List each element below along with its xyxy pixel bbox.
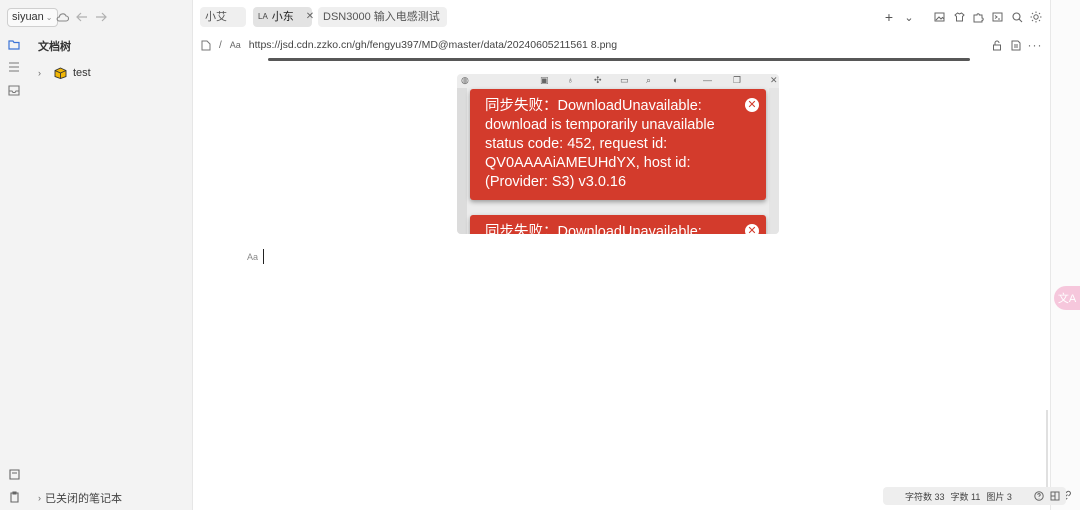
layout-icon[interactable] bbox=[1050, 491, 1060, 501]
terminal-icon[interactable] bbox=[989, 9, 1005, 25]
screenshot-right-strip bbox=[769, 88, 779, 234]
bulb-icon: ♁ bbox=[567, 75, 574, 85]
doc-info-icon[interactable] bbox=[1008, 37, 1024, 53]
tab-xiaodong[interactable]: LA 小东 ✕ bbox=[253, 7, 314, 27]
puzzle-icon[interactable] bbox=[970, 9, 986, 25]
image-icon: ▣ bbox=[540, 75, 549, 85]
close-icon[interactable]: ✕ bbox=[306, 7, 314, 27]
workspace-select[interactable]: siyuan ⌄ bbox=[7, 8, 58, 27]
terminal-icon: ▭ bbox=[620, 75, 629, 85]
translate-icon: 文A bbox=[1057, 293, 1077, 305]
status-bar: 字符数 33 字数 11 图片 3 bbox=[883, 487, 1066, 505]
clipboard-icon[interactable] bbox=[6, 489, 22, 505]
scrollbar[interactable] bbox=[1046, 410, 1048, 490]
tree-item-label: test bbox=[73, 67, 91, 79]
search-icon: ⌕ bbox=[646, 75, 652, 85]
chevron-right-icon: › bbox=[38, 493, 41, 503]
close-icon: ✕ bbox=[745, 98, 759, 112]
inbox-icon[interactable] bbox=[6, 82, 22, 98]
closed-notebooks-label: 已关闭的笔记本 bbox=[45, 493, 122, 505]
screenshot-left-strip bbox=[457, 88, 467, 234]
folder-icon[interactable] bbox=[6, 36, 22, 52]
workspace-name: siyuan bbox=[12, 11, 44, 23]
block-type-aa[interactable]: Aa bbox=[230, 40, 241, 50]
outline-icon[interactable] bbox=[6, 59, 22, 75]
globe-icon: ◍ bbox=[461, 75, 469, 85]
image-top-edge bbox=[268, 58, 970, 61]
image-count: 图片 3 bbox=[986, 491, 1012, 502]
word-count: 字数 11 bbox=[950, 491, 981, 502]
block-type-marker[interactable]: Aa bbox=[247, 252, 258, 262]
tab-label: 小艾 bbox=[205, 11, 227, 23]
more-icon[interactable]: ··· bbox=[1027, 37, 1043, 53]
close-icon: ✕ bbox=[770, 75, 778, 85]
chevron-down-icon[interactable]: ⌄ bbox=[901, 9, 917, 25]
help-icon[interactable] bbox=[1034, 491, 1044, 501]
chevron-down-icon: ⌄ bbox=[45, 13, 53, 22]
screenshot-toolbar: ◍ ▣ ♁ ✣ ▭ ⌕ ◐ — ❐ ✕ bbox=[457, 74, 779, 88]
shirt-icon[interactable] bbox=[951, 9, 967, 25]
maximize-icon: ❐ bbox=[733, 75, 742, 85]
breadcrumb: / Aa https://jsd.cdn.zzko.cn/gh/fengyu39… bbox=[201, 37, 617, 53]
sun-icon[interactable] bbox=[1028, 9, 1044, 25]
tab-label: 小东 bbox=[271, 11, 294, 23]
text-caret bbox=[263, 249, 264, 264]
char-count: 字符数 33 bbox=[905, 491, 945, 502]
image-icon[interactable] bbox=[931, 9, 947, 25]
cloud-sync-icon[interactable] bbox=[54, 9, 70, 25]
chevron-right-icon[interactable]: › bbox=[38, 68, 48, 78]
document-icon[interactable] bbox=[201, 40, 211, 51]
lock-icon[interactable] bbox=[989, 37, 1005, 53]
puzzle-icon: ✣ bbox=[594, 75, 602, 85]
search-icon[interactable] bbox=[1009, 9, 1025, 25]
breadcrumb-separator: / bbox=[219, 39, 222, 51]
toast-message: 同步失败：DownloadUnavailable: download is te… bbox=[485, 98, 715, 190]
tab-dsn3000[interactable]: DSN3000 输入电感测试 bbox=[318, 7, 447, 27]
bookmark-icon[interactable] bbox=[6, 466, 22, 482]
tab-xiaoai[interactable]: 小艾 bbox=[200, 7, 246, 27]
filetree-title: 文档树 bbox=[38, 41, 71, 53]
minimize-icon: — bbox=[703, 75, 712, 85]
tab-prefix: LA bbox=[258, 12, 268, 21]
sync-error-toast: 同步失败：DownloadUnavailable: ✕ bbox=[470, 215, 766, 234]
translate-button[interactable]: 文A bbox=[1054, 286, 1080, 310]
forward-arrow-icon[interactable] bbox=[93, 9, 109, 25]
embedded-screenshot-image[interactable]: ◍ ▣ ♁ ✣ ▭ ⌕ ◐ — ❐ ✕ 同步失败：DownloadUnavail… bbox=[457, 74, 779, 234]
back-arrow-icon[interactable] bbox=[74, 9, 90, 25]
app-window: siyuan ⌄ 文档树 › test › 已关闭的笔记本 小艾 LA 小东 ✕… bbox=[0, 0, 1080, 510]
tab-label: DSN3000 输入电感测试 bbox=[323, 11, 440, 23]
right-rail bbox=[1050, 0, 1080, 510]
plus-icon[interactable]: + bbox=[881, 9, 897, 25]
closed-notebooks[interactable]: › 已关闭的笔记本 bbox=[38, 490, 122, 506]
notebook-icon bbox=[54, 67, 67, 79]
close-icon: ✕ bbox=[745, 224, 759, 234]
tree-item-test[interactable]: › test bbox=[38, 64, 91, 82]
toast-message: 同步失败：DownloadUnavailable: bbox=[485, 224, 702, 234]
theme-icon: ◐ bbox=[673, 75, 679, 85]
image-url[interactable]: https://jsd.cdn.zzko.cn/gh/fengyu397/MD@… bbox=[249, 39, 617, 51]
left-sidebar: siyuan ⌄ 文档树 › test › 已关闭的笔记本 bbox=[0, 0, 193, 510]
sync-error-toast: 同步失败：DownloadUnavailable: download is te… bbox=[470, 89, 766, 200]
